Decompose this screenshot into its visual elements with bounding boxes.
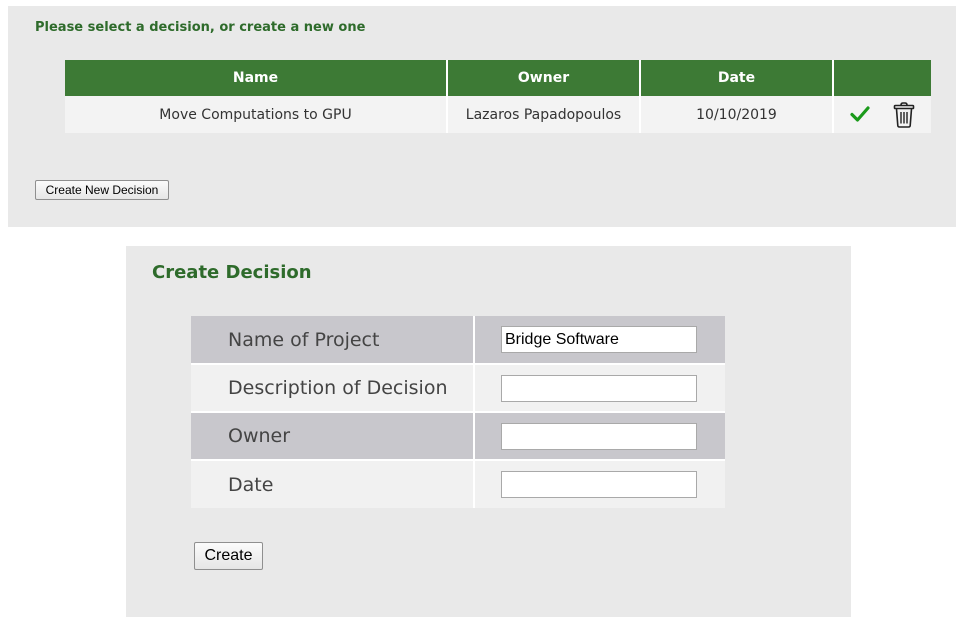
project-name-label: Name of Project bbox=[191, 316, 475, 364]
owner-input[interactable] bbox=[501, 422, 697, 450]
date-input[interactable] bbox=[501, 471, 697, 498]
create-button[interactable]: Create bbox=[194, 542, 263, 570]
decisions-header-row: Name Owner Date bbox=[65, 60, 931, 96]
trash-icon[interactable] bbox=[893, 102, 915, 128]
description-label: Description of Decision bbox=[191, 364, 475, 412]
form-row-description: Description of Decision bbox=[191, 364, 725, 412]
project-name-input[interactable] bbox=[501, 326, 697, 353]
decision-owner-cell: Lazaros Papadopoulos bbox=[447, 96, 641, 133]
decision-list-heading: Please select a decision, or create a ne… bbox=[35, 20, 366, 35]
column-header-name: Name bbox=[65, 60, 448, 96]
column-header-date: Date bbox=[640, 60, 834, 96]
create-decision-heading: Create Decision bbox=[152, 262, 312, 283]
owner-label: Owner bbox=[191, 412, 475, 460]
decision-list-panel: Please select a decision, or create a ne… bbox=[8, 6, 956, 227]
row-actions bbox=[834, 96, 931, 133]
decision-name-cell: Move Computations to GPU bbox=[65, 96, 448, 133]
create-new-decision-button[interactable]: Create New Decision bbox=[35, 180, 169, 200]
create-decision-form: Name of Project Description of Decision … bbox=[191, 316, 725, 508]
date-label: Date bbox=[191, 460, 475, 508]
create-decision-panel: Create Decision Name of Project Descript… bbox=[126, 246, 851, 617]
form-row-owner: Owner bbox=[191, 412, 725, 460]
decision-date-cell: 10/10/2019 bbox=[640, 96, 834, 133]
description-input[interactable] bbox=[501, 374, 697, 402]
column-header-owner: Owner bbox=[447, 60, 641, 96]
table-row[interactable]: Move Computations to GPU Lazaros Papadop… bbox=[65, 96, 931, 133]
column-header-actions bbox=[833, 60, 931, 96]
form-row-date: Date bbox=[191, 460, 725, 508]
decisions-table: Name Owner Date Move Computations to GPU… bbox=[65, 60, 931, 133]
form-row-project-name: Name of Project bbox=[191, 316, 725, 364]
check-icon[interactable] bbox=[850, 105, 870, 123]
decision-actions-cell bbox=[833, 96, 931, 133]
